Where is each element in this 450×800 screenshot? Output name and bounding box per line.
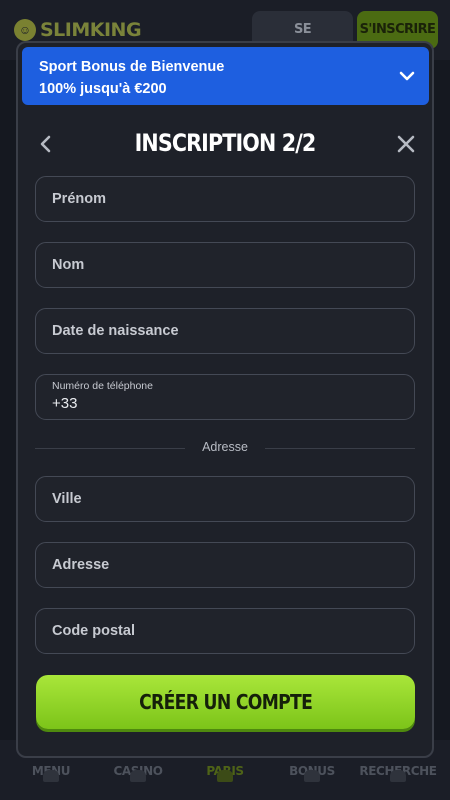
search-icon bbox=[390, 770, 406, 782]
divider-line-right bbox=[265, 448, 415, 449]
nav-item-paris[interactable]: PARIS bbox=[180, 764, 270, 782]
first-name-placeholder: Prénom bbox=[52, 191, 106, 207]
birth-date-placeholder: Date de naissance bbox=[52, 323, 179, 339]
city-placeholder: Ville bbox=[52, 491, 82, 507]
bonus-amount: 100% jusqu'à €200 bbox=[39, 81, 167, 97]
menu-icon bbox=[43, 770, 59, 782]
phone-label: Numéro de téléphone bbox=[52, 380, 153, 392]
modal-title: INSCRIPTION 2/2 bbox=[134, 129, 317, 157]
nav-item-casino[interactable]: CASINO bbox=[93, 764, 183, 782]
bonus-title: Sport Bonus de Bienvenue bbox=[39, 59, 225, 75]
sports-icon bbox=[217, 770, 233, 782]
phone-field[interactable]: Numéro de téléphone +33 bbox=[35, 374, 415, 420]
phone-value: +33 bbox=[52, 395, 78, 412]
birth-date-field[interactable]: Date de naissance bbox=[35, 308, 415, 354]
address-placeholder: Adresse bbox=[52, 557, 110, 573]
city-field[interactable]: Ville bbox=[35, 476, 415, 522]
logo[interactable]: ☺ SLIMKING bbox=[14, 16, 142, 44]
chevron-down-icon[interactable] bbox=[395, 64, 419, 88]
close-icon[interactable] bbox=[394, 132, 418, 156]
first-name-field[interactable]: Prénom bbox=[35, 176, 415, 222]
nav-item-bonus[interactable]: BONUS bbox=[267, 764, 357, 782]
address-field[interactable]: Adresse bbox=[35, 542, 415, 588]
nav-item-menu[interactable]: MENU bbox=[6, 764, 96, 782]
casino-icon bbox=[130, 770, 146, 782]
create-account-label: CRÉER UN COMPTE bbox=[138, 690, 313, 714]
last-name-field[interactable]: Nom bbox=[35, 242, 415, 288]
address-section-label: Adresse bbox=[202, 440, 248, 454]
nav-item-recherche[interactable]: RECHERCHE bbox=[353, 764, 443, 782]
postal-code-placeholder: Code postal bbox=[52, 623, 135, 639]
registration-modal: Sport Bonus de Bienvenue 100% jusqu'à €2… bbox=[16, 41, 434, 758]
welcome-bonus-banner[interactable]: Sport Bonus de Bienvenue 100% jusqu'à €2… bbox=[22, 47, 429, 105]
create-account-button[interactable]: CRÉER UN COMPTE bbox=[36, 675, 415, 729]
last-name-placeholder: Nom bbox=[52, 257, 85, 273]
logo-text: SLIMKING bbox=[40, 19, 142, 41]
logo-mascot-icon: ☺ bbox=[14, 19, 36, 41]
postal-code-field[interactable]: Code postal bbox=[35, 608, 415, 654]
gift-icon bbox=[304, 770, 320, 782]
